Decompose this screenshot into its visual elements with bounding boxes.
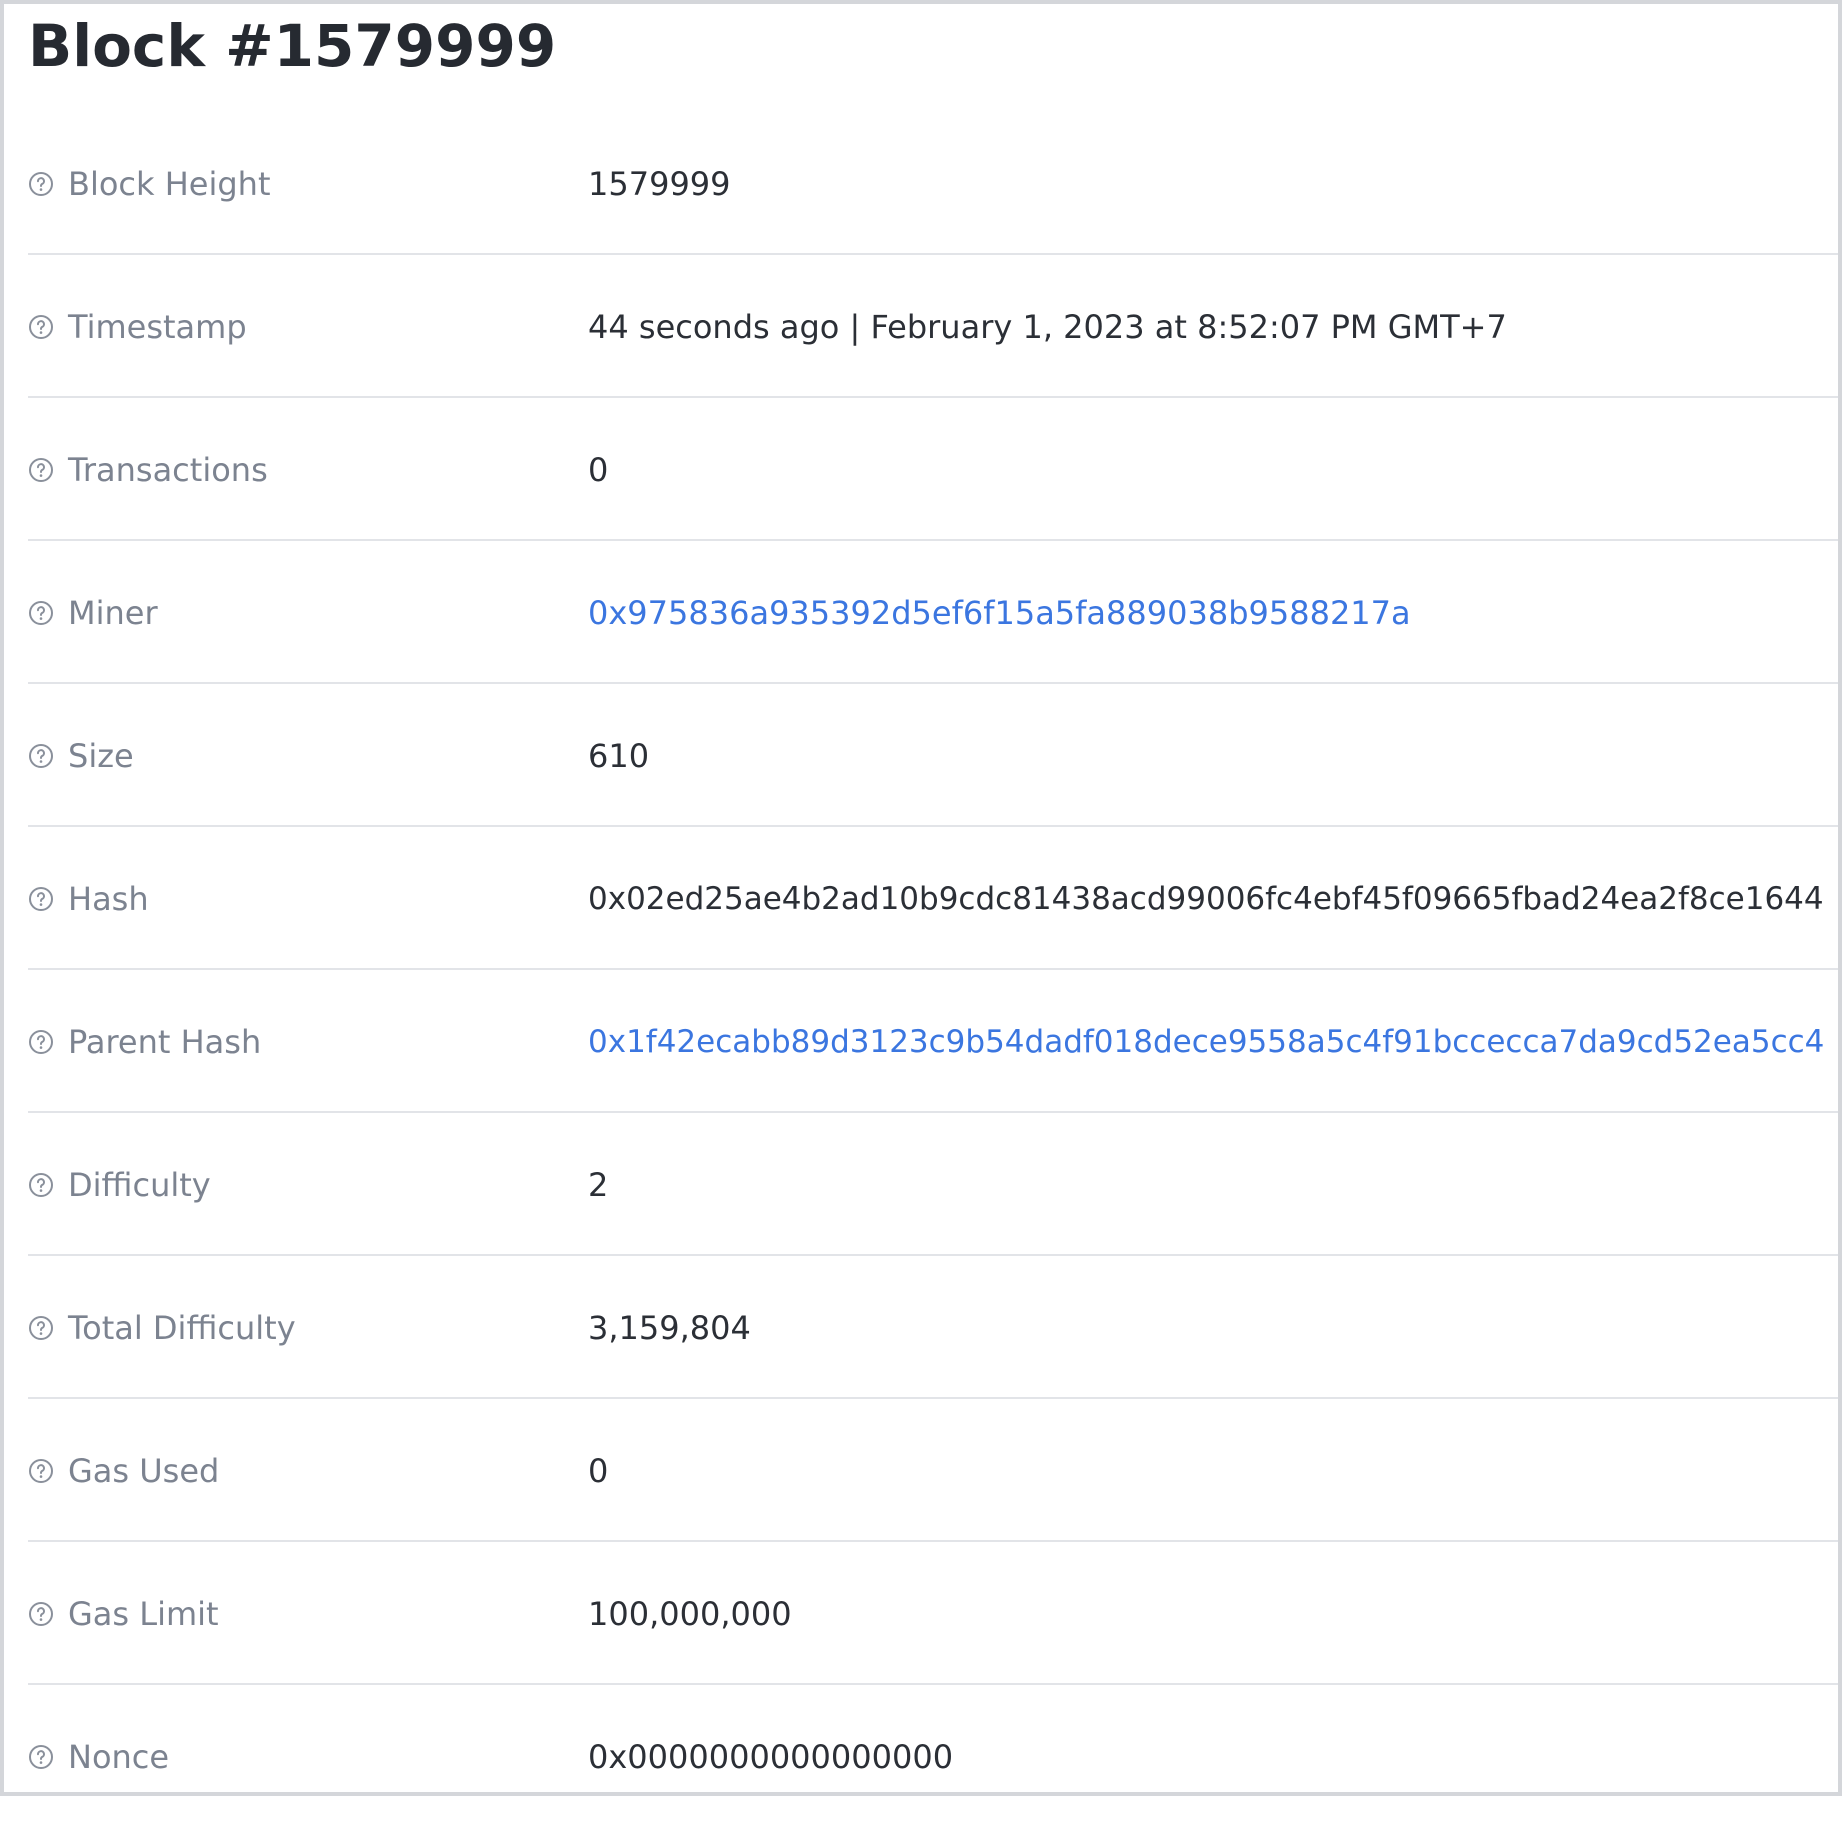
total-difficulty-value: 3,159,804	[588, 1308, 751, 1347]
detail-label: Miner	[68, 593, 158, 632]
size-value: 610	[588, 736, 650, 775]
help-circle-icon[interactable]	[28, 1315, 54, 1341]
block-details-list: Block Height 1579999 Timestamp 44 second…	[28, 112, 1838, 1828]
difficulty-value: 2	[588, 1165, 609, 1204]
gas-limit-value: 100,000,000	[588, 1594, 792, 1633]
parent-hash-link[interactable]: 0x1f42ecabb89d3123c9b54dadf018dece9558a5…	[588, 1024, 1824, 1060]
gas-used-value: 0	[588, 1451, 609, 1490]
detail-row-timestamp: Timestamp 44 seconds ago | February 1, 2…	[28, 255, 1838, 398]
detail-label: Size	[68, 736, 134, 775]
help-circle-icon[interactable]	[28, 1601, 54, 1627]
block-height-value: 1579999	[588, 164, 731, 203]
detail-row-difficulty: Difficulty 2	[28, 1113, 1838, 1256]
detail-label: Hash	[68, 879, 149, 918]
detail-row-gas-limit: Gas Limit 100,000,000	[28, 1542, 1838, 1685]
detail-label: Difficulty	[68, 1165, 211, 1204]
help-circle-icon[interactable]	[28, 886, 54, 912]
timestamp-value: 44 seconds ago | February 1, 2023 at 8:5…	[588, 307, 1507, 346]
detail-row-nonce: Nonce 0x0000000000000000	[28, 1685, 1838, 1828]
detail-row-transactions: Transactions 0	[28, 398, 1838, 541]
transactions-value: 0	[588, 450, 609, 489]
detail-row-size: Size 610	[28, 684, 1838, 827]
help-circle-icon[interactable]	[28, 743, 54, 769]
help-circle-icon[interactable]	[28, 1029, 54, 1055]
help-circle-icon[interactable]	[28, 1744, 54, 1770]
help-circle-icon[interactable]	[28, 600, 54, 626]
detail-label: Gas Limit	[68, 1594, 219, 1633]
detail-row-miner: Miner 0x975836a935392d5ef6f15a5fa889038b…	[28, 541, 1838, 684]
detail-row-block-height: Block Height 1579999	[28, 112, 1838, 255]
detail-row-total-difficulty: Total Difficulty 3,159,804	[28, 1256, 1838, 1399]
page-title: Block #1579999	[28, 12, 557, 80]
hash-value: 0x02ed25ae4b2ad10b9cdc81438acd99006fc4eb…	[588, 880, 1824, 917]
help-circle-icon[interactable]	[28, 1458, 54, 1484]
detail-row-parent-hash: Parent Hash 0x1f42ecabb89d3123c9b54dadf0…	[28, 970, 1838, 1113]
detail-row-hash: Hash 0x02ed25ae4b2ad10b9cdc81438acd99006…	[28, 827, 1838, 970]
detail-label: Total Difficulty	[68, 1308, 296, 1347]
detail-label: Nonce	[68, 1737, 170, 1776]
detail-label: Block Height	[68, 164, 271, 203]
help-circle-icon[interactable]	[28, 1172, 54, 1198]
block-details-panel: Block #1579999 Block Height 1579999 Time…	[0, 0, 1842, 1796]
nonce-value: 0x0000000000000000	[588, 1737, 954, 1776]
help-circle-icon[interactable]	[28, 171, 54, 197]
detail-label: Parent Hash	[68, 1022, 262, 1061]
help-circle-icon[interactable]	[28, 314, 54, 340]
miner-address-link[interactable]: 0x975836a935392d5ef6f15a5fa889038b958821…	[588, 594, 1411, 632]
detail-label: Transactions	[68, 450, 268, 489]
detail-label: Timestamp	[68, 307, 247, 346]
help-circle-icon[interactable]	[28, 457, 54, 483]
detail-row-gas-used: Gas Used 0	[28, 1399, 1838, 1542]
detail-label: Gas Used	[68, 1451, 220, 1490]
